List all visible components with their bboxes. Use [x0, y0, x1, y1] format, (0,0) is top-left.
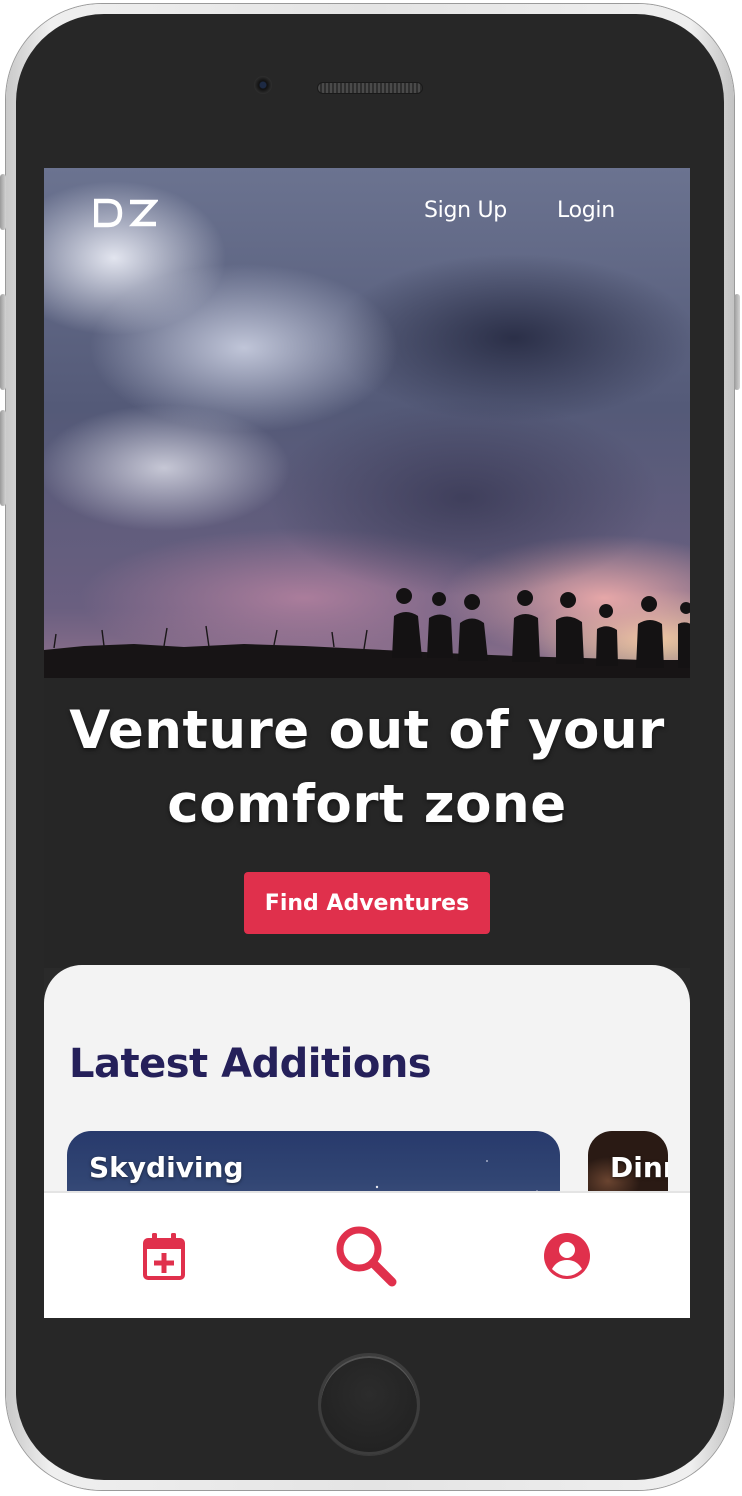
front-camera: [254, 76, 272, 94]
tab-search[interactable]: [306, 1193, 426, 1318]
app-screen: Sign Up Login Venture out of your comfor…: [44, 168, 690, 1318]
sign-up-link[interactable]: Sign Up: [424, 198, 507, 223]
hero-headline: Venture out of your comfort zone: [44, 694, 690, 842]
latest-additions-panel: Latest Additions Skydiving Dinn: [44, 965, 690, 1225]
dz-logo[interactable]: [94, 198, 158, 228]
mute-switch: [0, 174, 6, 230]
hero-banner: Sign Up Login Venture out of your comfor…: [44, 168, 690, 968]
tab-calendar[interactable]: [104, 1193, 224, 1318]
latest-additions-title: Latest Additions: [69, 1041, 432, 1087]
power-button: [734, 294, 740, 390]
profile-icon: [544, 1232, 590, 1279]
people-silhouette-image: [44, 588, 690, 678]
find-adventures-button[interactable]: Find Adventures: [244, 872, 490, 934]
hero-headline-line-2: comfort zone: [167, 774, 567, 835]
search-icon: [336, 1226, 397, 1286]
activity-card-title: Skydiving: [89, 1151, 244, 1184]
activity-card-title: Dinn: [610, 1151, 668, 1184]
calendar-add-icon: [143, 1232, 185, 1280]
tab-profile[interactable]: [507, 1193, 627, 1318]
volume-up-button: [0, 294, 6, 390]
login-link[interactable]: Login: [557, 198, 615, 223]
bottom-tab-bar: [44, 1191, 690, 1318]
volume-down-button: [0, 410, 6, 506]
home-button[interactable]: [318, 1353, 420, 1455]
earpiece-speaker: [317, 82, 423, 94]
hero-headline-line-1: Venture out of your: [69, 700, 665, 761]
